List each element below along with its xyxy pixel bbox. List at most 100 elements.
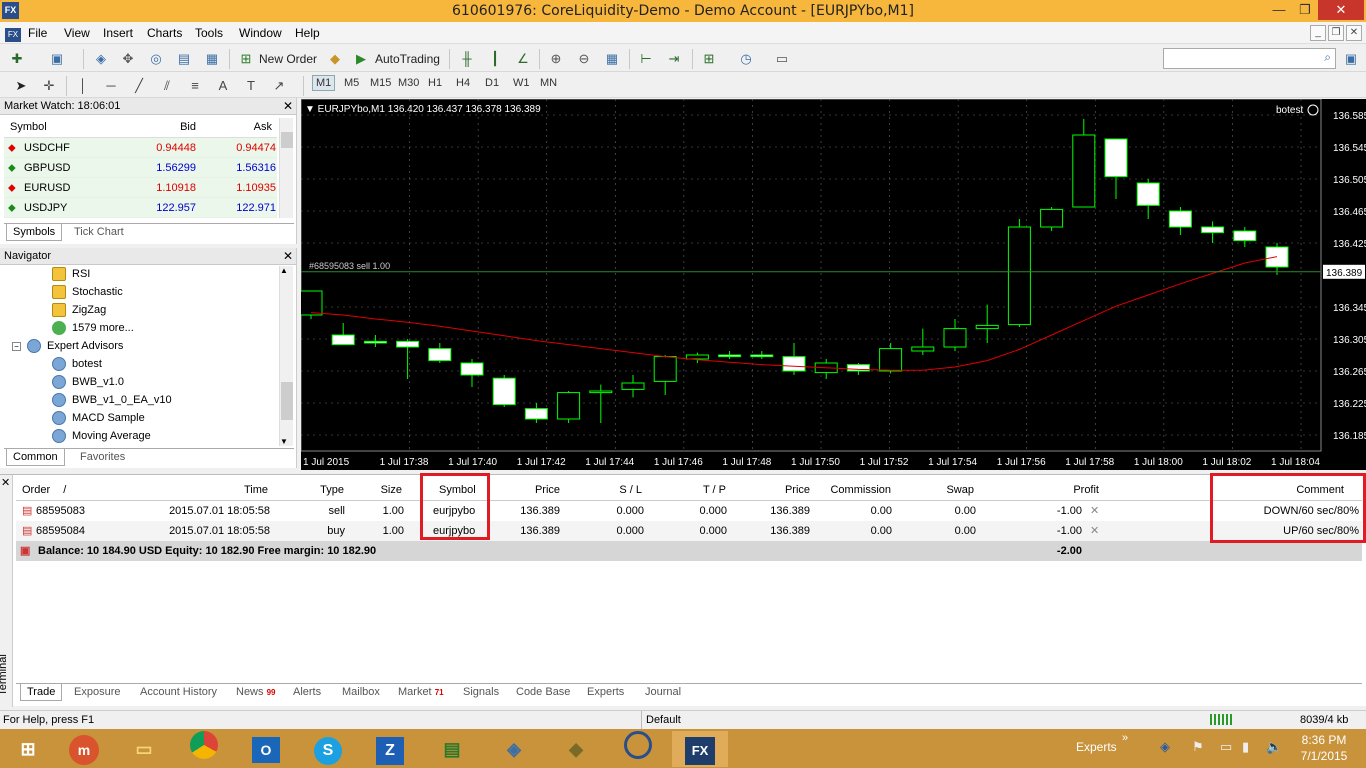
- terminal-icon[interactable]: ▤: [175, 50, 193, 68]
- column-time[interactable]: Time: [186, 480, 268, 500]
- tab-journal[interactable]: Journal: [639, 684, 687, 701]
- timeframe-mn[interactable]: MN: [540, 77, 557, 89]
- tab-mailbox[interactable]: Mailbox: [336, 684, 386, 701]
- tab-alerts[interactable]: Alerts: [287, 684, 327, 701]
- timeframe-h4[interactable]: H4: [456, 77, 470, 89]
- bar-chart-icon[interactable]: ╫: [458, 50, 476, 68]
- tab-experts[interactable]: Experts: [581, 684, 630, 701]
- tab-market[interactable]: Market 71: [392, 684, 450, 701]
- navigator-icon[interactable]: ◎: [147, 50, 165, 68]
- nav-item-stochastic[interactable]: Stochastic: [52, 283, 123, 301]
- column-ask[interactable]: Ask: [200, 121, 272, 133]
- close-button[interactable]: ✕: [1318, 0, 1364, 20]
- collapse-icon[interactable]: −: [12, 341, 21, 351]
- timeframe-h1[interactable]: H1: [428, 77, 442, 89]
- column-sl[interactable]: S / L: [592, 480, 642, 500]
- network-app-icon[interactable]: ◈: [486, 731, 542, 767]
- cursor-icon[interactable]: ➤: [12, 77, 30, 95]
- menu-charts[interactable]: Charts: [147, 26, 182, 40]
- chart-shift-icon[interactable]: ⊢: [637, 50, 655, 68]
- timeframe-m30[interactable]: M30: [398, 77, 419, 89]
- scroll-down-icon[interactable]: ▼: [280, 437, 288, 446]
- trade-row[interactable]: ▤ 68595083 2015.07.01 18:05:58 sell 1.00…: [16, 501, 1362, 521]
- chrome-icon[interactable]: [176, 731, 232, 767]
- maximize-button[interactable]: ❐: [1290, 0, 1320, 20]
- close-order-icon[interactable]: ✕: [1090, 501, 1099, 521]
- equidistant-channel-icon[interactable]: ⫽: [158, 77, 176, 95]
- navigator-close-icon[interactable]: ✕: [283, 248, 293, 264]
- nav-item-zigzag[interactable]: ZigZag: [52, 301, 106, 319]
- tab-signals[interactable]: Signals: [457, 684, 505, 701]
- community-icon[interactable]: ▣: [1342, 50, 1360, 68]
- close-order-icon[interactable]: ✕: [1090, 521, 1099, 541]
- menu-tools[interactable]: Tools: [195, 26, 223, 40]
- timeframe-m15[interactable]: M15: [370, 77, 391, 89]
- column-tp[interactable]: T / P: [676, 480, 726, 500]
- text-label-icon[interactable]: T: [242, 77, 260, 95]
- nav-item-more[interactable]: 1579 more...: [52, 319, 134, 337]
- tile-windows-icon[interactable]: ▦: [603, 50, 621, 68]
- column-order[interactable]: Order /: [22, 480, 66, 500]
- market-watch-close-icon[interactable]: ✕: [283, 98, 293, 114]
- profiles-icon[interactable]: ▣: [48, 50, 66, 68]
- new-order-button[interactable]: New Order: [259, 49, 317, 69]
- outlook-icon[interactable]: O: [238, 731, 294, 767]
- windows-start-icon[interactable]: ⊞: [0, 731, 56, 767]
- line-chart-icon[interactable]: ∠: [514, 50, 532, 68]
- column-symbol[interactable]: Symbol: [10, 121, 47, 133]
- metaeditor-icon[interactable]: ◆: [326, 50, 344, 68]
- nav-item-botest[interactable]: botest: [52, 355, 102, 373]
- zoom-out-icon[interactable]: ⊖: [575, 50, 593, 68]
- search-input[interactable]: ⌕: [1163, 48, 1336, 69]
- text-icon[interactable]: A: [214, 77, 232, 95]
- autotrading-icon[interactable]: ▶: [352, 50, 370, 68]
- nav-folder-expert-advisors[interactable]: − Expert Advisors: [12, 337, 123, 355]
- trendline-icon[interactable]: ╱: [130, 77, 148, 95]
- nav-item-moving-average[interactable]: Moving Average: [52, 427, 151, 445]
- mdi-minimize-button[interactable]: _: [1310, 25, 1326, 41]
- new-chart-icon[interactable]: ✚: [8, 50, 26, 68]
- tab-common[interactable]: Common: [6, 449, 65, 466]
- periods-icon[interactable]: ◷: [737, 50, 755, 68]
- column-profit[interactable]: Profit: [1036, 480, 1099, 500]
- timeframe-w1[interactable]: W1: [513, 77, 530, 89]
- crosshair-icon[interactable]: ✛: [40, 77, 58, 95]
- tab-favorites[interactable]: Favorites: [74, 449, 131, 466]
- tray-display-icon[interactable]: ▭: [1220, 739, 1232, 755]
- autoscroll-icon[interactable]: ⇥: [665, 50, 683, 68]
- tab-code-base[interactable]: Code Base: [510, 684, 576, 701]
- navigator-scrollbar[interactable]: ▲ ▼: [279, 266, 293, 446]
- nav-item-bwb-v1[interactable]: BWB_v1.0: [52, 373, 124, 391]
- timeframe-d1[interactable]: D1: [485, 77, 499, 89]
- column-comment[interactable]: Comment: [1266, 480, 1344, 500]
- new-order-icon[interactable]: ⊞: [237, 50, 255, 68]
- zoom-in-icon[interactable]: ⊕: [547, 50, 565, 68]
- tray-app-icon[interactable]: ◈: [1160, 739, 1170, 755]
- market-watch-row[interactable]: ⬥ USDJPY 122.957 122.971: [4, 198, 277, 218]
- menu-file[interactable]: File: [28, 26, 47, 40]
- search-icon[interactable]: ⌕: [1324, 50, 1331, 65]
- indicators-icon[interactable]: ⊞: [700, 50, 718, 68]
- timeframe-m5[interactable]: M5: [344, 77, 359, 89]
- column-commission[interactable]: Commission: [816, 480, 891, 500]
- file-explorer-icon[interactable]: ▭: [116, 731, 172, 767]
- menu-help[interactable]: Help: [295, 26, 320, 40]
- tab-news[interactable]: News 99: [230, 684, 281, 701]
- taskbar-experts-label[interactable]: Experts: [1076, 740, 1117, 754]
- fibonacci-icon[interactable]: ≡: [186, 77, 204, 95]
- market-watch-row[interactable]: ⬥ GBPUSD 1.56299 1.56316: [4, 158, 277, 178]
- data-window-icon[interactable]: ✥: [119, 50, 137, 68]
- archive-app-icon[interactable]: ◆: [548, 731, 604, 767]
- skype-icon[interactable]: S: [300, 731, 356, 767]
- autotrading-button[interactable]: AutoTrading: [375, 49, 440, 69]
- horizontal-line-icon[interactable]: ─: [102, 77, 120, 95]
- market-watch-icon[interactable]: ◈: [92, 50, 110, 68]
- network-icon[interactable]: ▮: [1242, 739, 1249, 755]
- nav-item-rsi[interactable]: RSI: [52, 265, 90, 283]
- chevron-up-icon[interactable]: »: [1122, 732, 1128, 744]
- mdi-restore-button[interactable]: ❐: [1328, 25, 1344, 41]
- fx-terminal-app[interactable]: FX: [672, 731, 728, 767]
- tab-tick-chart[interactable]: Tick Chart: [68, 224, 130, 241]
- column-current-price[interactable]: Price: [760, 480, 810, 500]
- menu-insert[interactable]: Insert: [103, 26, 133, 40]
